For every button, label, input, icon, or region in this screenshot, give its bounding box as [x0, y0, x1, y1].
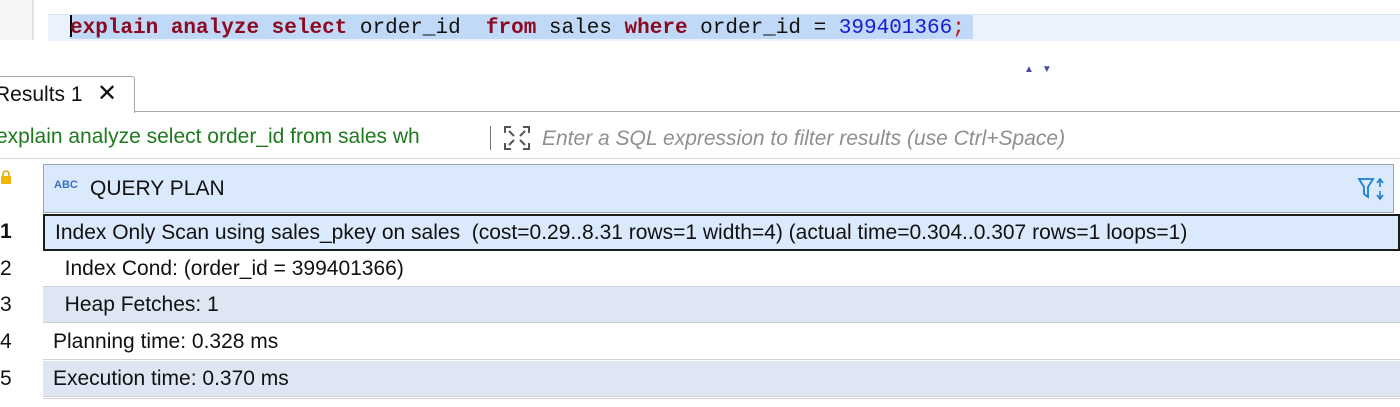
query-plan-cell: Heap Fetches: 1 [53, 293, 219, 316]
query-plan-cell: Index Only Scan using sales_pkey on sale… [55, 221, 1188, 244]
table-row[interactable]: Planning time: 0.328 ms [43, 324, 1400, 360]
editor-gutter [0, 0, 32, 40]
sql-token-kw: explain [70, 17, 159, 40]
query-plan-cell: Execution time: 0.370 ms [53, 367, 289, 390]
filter-separator [490, 126, 491, 150]
sql-token-id: sales [536, 17, 625, 40]
query-plan-cell: Index Cond: (order_id = 399401366) [53, 257, 404, 280]
sql-token-num: 399401366 [838, 17, 953, 40]
column-header-query-plan[interactable]: ABC QUERY PLAN [43, 164, 1394, 213]
sql-editor[interactable]: explain analyze select order_id from sal… [0, 0, 1400, 75]
sql-token-id [158, 17, 171, 40]
nav-arrows-icon[interactable]: ▲▼ [1024, 64, 1060, 75]
table-row[interactable]: Index Only Scan using sales_pkey on sale… [43, 214, 1400, 251]
sql-token-id [259, 17, 272, 40]
table-row[interactable]: Index Cond: (order_id = 399401366) [43, 251, 1400, 287]
grid-bottom-border [43, 398, 1400, 399]
row-number[interactable]: 2 [0, 257, 30, 281]
row-number[interactable]: 1 [0, 220, 30, 244]
sql-token-kw: from [485, 17, 537, 40]
sql-token-id: order_id [347, 17, 486, 40]
editor-gutter-divider [32, 0, 34, 40]
close-icon[interactable]: ✕ [97, 82, 117, 106]
tab-strip-divider [0, 111, 1400, 112]
query-plan-cell: Planning time: 0.328 ms [53, 330, 279, 353]
results-tab-strip [0, 76, 1400, 112]
column-title: QUERY PLAN [90, 177, 225, 200]
filter-query-text: explain analyze select order_id from sal… [0, 125, 420, 148]
sql-statement[interactable]: explain analyze select order_id from sal… [70, 15, 973, 40]
filter-input[interactable] [540, 123, 1394, 155]
lock-icon [1, 170, 11, 184]
table-row[interactable]: Heap Fetches: 1 [43, 287, 1400, 323]
results-grid: ABC QUERY PLAN Index Only Scan using sal… [0, 164, 1400, 407]
filter-sort-icon[interactable] [1357, 175, 1387, 205]
tab-label: Results 1 [0, 83, 83, 106]
sql-token-kw: analyze [170, 17, 260, 40]
row-number[interactable]: 4 [0, 330, 30, 354]
expand-icon[interactable] [503, 125, 531, 151]
filter-bar: explain analyze select order_id from sal… [0, 118, 1400, 159]
tab-results-1[interactable]: Results 1 ✕ [0, 76, 135, 113]
sql-token-semi: ; [952, 17, 965, 40]
sql-token-kw: select [271, 17, 348, 40]
sql-token-id: order_id = [687, 17, 839, 40]
sql-token-kw: where [624, 17, 688, 40]
table-row[interactable]: Execution time: 0.370 ms [43, 361, 1400, 397]
row-number[interactable]: 3 [0, 293, 30, 317]
abc-type-icon: ABC [54, 179, 78, 191]
row-number[interactable]: 5 [0, 367, 30, 391]
